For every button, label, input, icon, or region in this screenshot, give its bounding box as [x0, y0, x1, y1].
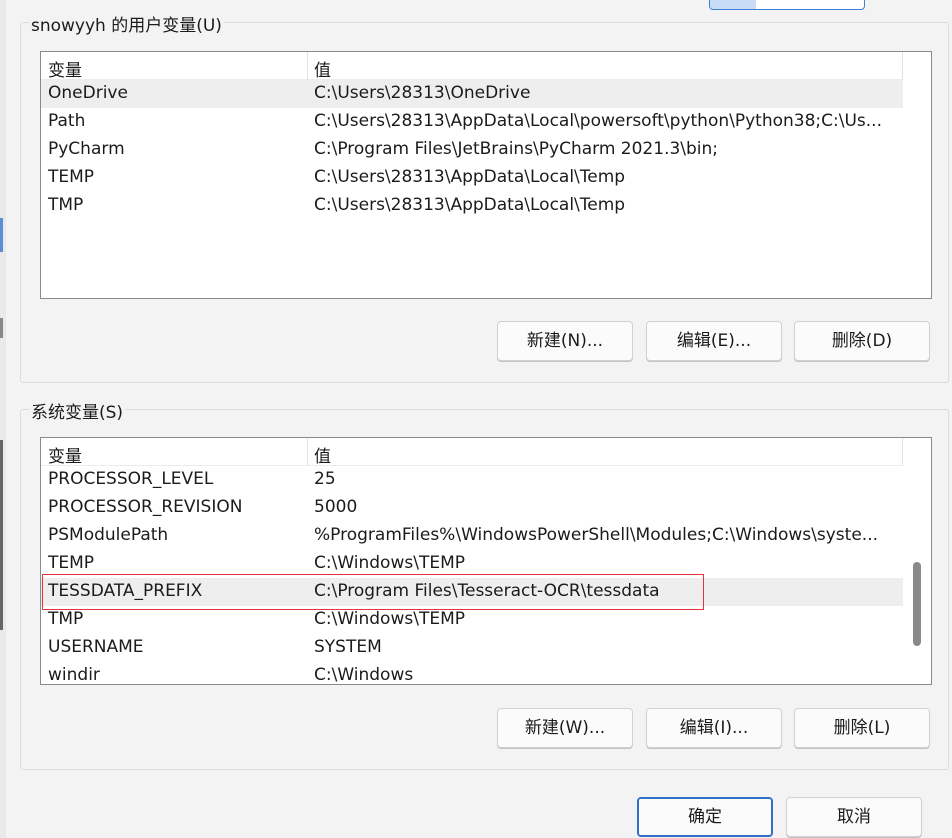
user-variables-rows: OneDrive C:\Users\28313\OneDrive Path C:\Us… — [41, 80, 903, 220]
table-row[interactable]: USERNAME SYSTEM — [41, 634, 903, 662]
variable-value-cell: C:\Users\28313\AppData\Local\Temp — [314, 167, 626, 187]
user-variables-list[interactable]: 变量 值 OneDrive C:\Users\28313\OneDrive Path… — [40, 51, 932, 299]
list-header: 变量 值 — [41, 438, 903, 467]
column-header-value[interactable]: 值 — [314, 442, 331, 467]
column-separator[interactable] — [307, 438, 308, 466]
column-header-name[interactable]: 变量 — [48, 442, 82, 467]
variable-value-cell: 25 — [314, 469, 336, 489]
user-edit-button[interactable]: 编辑(E)... — [646, 321, 782, 361]
user-variables-group: snowyyh 的用户变量(U) 变量 值 OneDrive C:\Users\2… — [20, 11, 949, 383]
table-row[interactable]: PSModulePath %ProgramFiles%\WindowsPowerS… — [41, 522, 903, 550]
table-row[interactable]: PROCESSOR_LEVEL 25 — [41, 466, 903, 494]
variable-value-cell: C:\Users\28313\AppData\Local\Temp — [314, 195, 626, 215]
table-row[interactable]: TMP C:\Users\28313\AppData\Local\Temp — [41, 192, 903, 220]
system-new-button[interactable]: 新建(W)... — [497, 708, 633, 748]
table-row[interactable]: TMP C:\Windows\TEMP — [41, 606, 903, 634]
variable-name-cell: TESSDATA_PREFIX — [48, 581, 203, 601]
table-row[interactable]: TEMP C:\Users\28313\AppData\Local\Temp — [41, 164, 903, 192]
system-edit-button[interactable]: 编辑(I)... — [646, 708, 782, 748]
variable-value-cell: C:\Windows\TEMP — [314, 609, 465, 629]
column-header-value[interactable]: 值 — [314, 56, 331, 81]
user-variables-title: snowyyh 的用户变量(U) — [29, 11, 224, 36]
scrollbar-thumb[interactable] — [913, 562, 921, 646]
variable-name-cell: TMP — [48, 195, 84, 215]
background-window-edge — [0, 0, 6, 838]
table-row[interactable]: PROCESSOR_REVISION 5000 — [41, 494, 903, 522]
system-variables-title: 系统变量(S) — [29, 398, 126, 423]
user-delete-button[interactable]: 删除(D) — [794, 321, 930, 361]
variable-name-cell: PROCESSOR_LEVEL — [48, 469, 214, 489]
table-row[interactable]: PyCharm C:\Program Files\JetBrains\PyChar… — [41, 136, 903, 164]
ok-button[interactable]: 确定 — [637, 797, 773, 837]
variable-value-cell: C:\Users\28313\AppData\Local\powersoft\p… — [314, 111, 882, 131]
variable-value-cell: C:\Windows — [314, 665, 414, 685]
cancel-button[interactable]: 取消 — [786, 797, 922, 837]
variable-name-cell: PSModulePath — [48, 525, 169, 545]
system-delete-button[interactable]: 删除(L) — [794, 708, 930, 748]
table-row[interactable]: TEMP C:\Windows\TEMP — [41, 550, 903, 578]
variable-value-cell: 5000 — [314, 497, 358, 517]
background-mark — [0, 440, 3, 630]
user-new-button[interactable]: 新建(N)... — [497, 321, 633, 361]
system-variables-rows: PROCESSOR_LEVEL 25 PROCESSOR_REVISION 5000 P… — [41, 466, 903, 685]
variable-name-cell: PyCharm — [48, 139, 125, 159]
background-toggle-control — [709, 0, 865, 10]
variable-value-cell: C:\Users\28313\OneDrive — [314, 83, 531, 103]
variable-value-cell: SYSTEM — [314, 637, 382, 657]
column-separator[interactable] — [902, 52, 903, 80]
variable-name-cell: TEMP — [48, 167, 95, 187]
variable-value-cell: C:\Program Files\JetBrains\PyCharm 2021.… — [314, 139, 719, 159]
variable-value-cell: C:\Windows\TEMP — [314, 553, 465, 573]
variable-value-cell: %ProgramFiles%\WindowsPowerShell\Modules… — [314, 525, 878, 545]
vertical-scrollbar[interactable] — [903, 438, 931, 684]
variable-name-cell: TMP — [48, 609, 84, 629]
variable-name-cell: USERNAME — [48, 637, 144, 657]
variable-value-cell: C:\Program Files\Tesseract-OCR\tessdata — [314, 581, 660, 601]
table-row[interactable]: TESSDATA_PREFIX C:\Program Files\Tesserac… — [41, 574, 903, 610]
background-mark — [0, 318, 3, 338]
background-accent-mark — [0, 218, 3, 252]
system-variables-list[interactable]: 变量 值 PROCESSOR_LEVEL 25 PROCESSOR_REVISION… — [40, 437, 932, 685]
column-header-name[interactable]: 变量 — [48, 56, 82, 81]
table-row[interactable]: Path C:\Users\28313\AppData\Local\powerso… — [41, 108, 903, 136]
variable-name-cell: windir — [48, 665, 100, 685]
variable-name-cell: PROCESSOR_REVISION — [48, 497, 243, 517]
table-row[interactable]: OneDrive C:\Users\28313\OneDrive — [41, 80, 903, 108]
table-row[interactable]: windir C:\Windows — [41, 662, 903, 685]
list-header: 变量 值 — [41, 52, 903, 81]
column-separator[interactable] — [307, 52, 308, 80]
variable-name-cell: TEMP — [48, 553, 95, 573]
variable-name-cell: Path — [48, 111, 86, 131]
variable-name-cell: OneDrive — [48, 83, 128, 103]
system-variables-group: 系统变量(S) 变量 值 PROCESSOR_LEVEL 25 PROCESSOR_… — [20, 398, 949, 770]
